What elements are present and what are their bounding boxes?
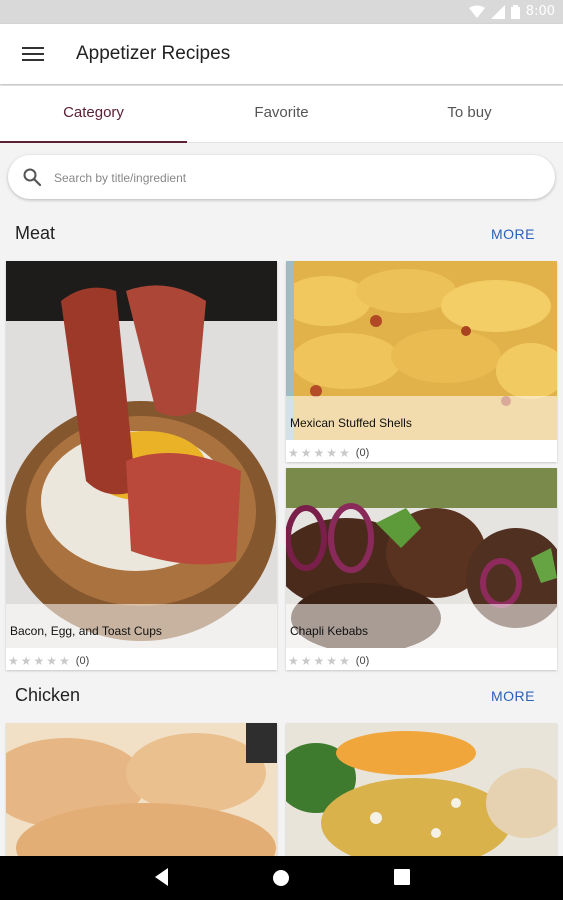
recipe-title: Bacon, Egg, and Toast Cups	[10, 624, 162, 638]
recipe-caption: Mexican Stuffed Shells	[286, 396, 557, 440]
rating-count: (0)	[355, 447, 370, 459]
recipe-caption: Chapli Kebabs	[286, 604, 557, 648]
recipe-card-chicken-2[interactable]	[286, 723, 557, 863]
recipe-title: Mexican Stuffed Shells	[290, 416, 412, 430]
recipe-caption: Bacon, Egg, and Toast Cups	[6, 604, 277, 648]
home-icon[interactable]	[272, 869, 290, 887]
section-title-chicken: Chicken	[15, 685, 81, 705]
recipe-image	[6, 723, 277, 863]
recipe-title: Chapli Kebabs	[290, 624, 369, 638]
tab-to-buy[interactable]: To buy	[376, 86, 563, 142]
recipe-rating: ★★★★★ (0)	[288, 654, 369, 668]
tab-bar: Category Favorite To buy	[0, 86, 563, 143]
tab-favorite[interactable]: Favorite	[188, 86, 375, 142]
recipe-rating: ★★★★★ (0)	[8, 654, 89, 668]
menu-icon[interactable]	[22, 43, 44, 65]
rating-stars: ★★★★★	[288, 446, 352, 460]
tab-label: To buy	[447, 104, 492, 121]
tab-label: Category	[63, 104, 124, 121]
search-input[interactable]	[52, 165, 536, 191]
status-bar: 8:00	[0, 0, 563, 24]
more-button-meat[interactable]: MORE	[491, 226, 535, 242]
search-icon	[23, 168, 42, 187]
section-title-meat: Meat	[15, 223, 56, 243]
tab-category[interactable]: Category	[0, 86, 187, 143]
tab-label: Favorite	[254, 104, 309, 121]
page-title: Appetizer Recipes	[76, 43, 231, 64]
recents-icon[interactable]	[394, 869, 410, 885]
rating-stars: ★★★★★	[288, 654, 352, 668]
tab-indicator	[0, 141, 187, 143]
search-bar[interactable]	[8, 155, 555, 199]
more-button-chicken[interactable]: MORE	[491, 688, 535, 704]
battery-icon	[510, 4, 520, 19]
rating-count: (0)	[355, 655, 370, 667]
recipe-card-mexican-stuffed-shells[interactable]: Mexican Stuffed Shells ★★★★★ (0)	[286, 261, 557, 462]
wifi-icon	[468, 5, 485, 18]
app-bar: Appetizer Recipes	[0, 24, 563, 84]
recipe-card-bacon-egg-toast-cups[interactable]: Bacon, Egg, and Toast Cups ★★★★★ (0)	[6, 261, 277, 670]
system-navigation-bar	[0, 856, 563, 900]
signal-icon	[490, 4, 505, 19]
rating-count: (0)	[75, 655, 90, 667]
recipe-image	[6, 261, 277, 648]
recipe-rating: ★★★★★ (0)	[288, 446, 369, 460]
recipe-card-chicken-1[interactable]	[6, 723, 277, 863]
back-icon[interactable]	[152, 866, 172, 888]
status-time: 8:00	[525, 4, 555, 19]
rating-stars: ★★★★★	[8, 654, 72, 668]
recipe-card-chapli-kebabs[interactable]: Chapli Kebabs ★★★★★ (0)	[286, 468, 557, 670]
recipe-image	[286, 723, 557, 863]
